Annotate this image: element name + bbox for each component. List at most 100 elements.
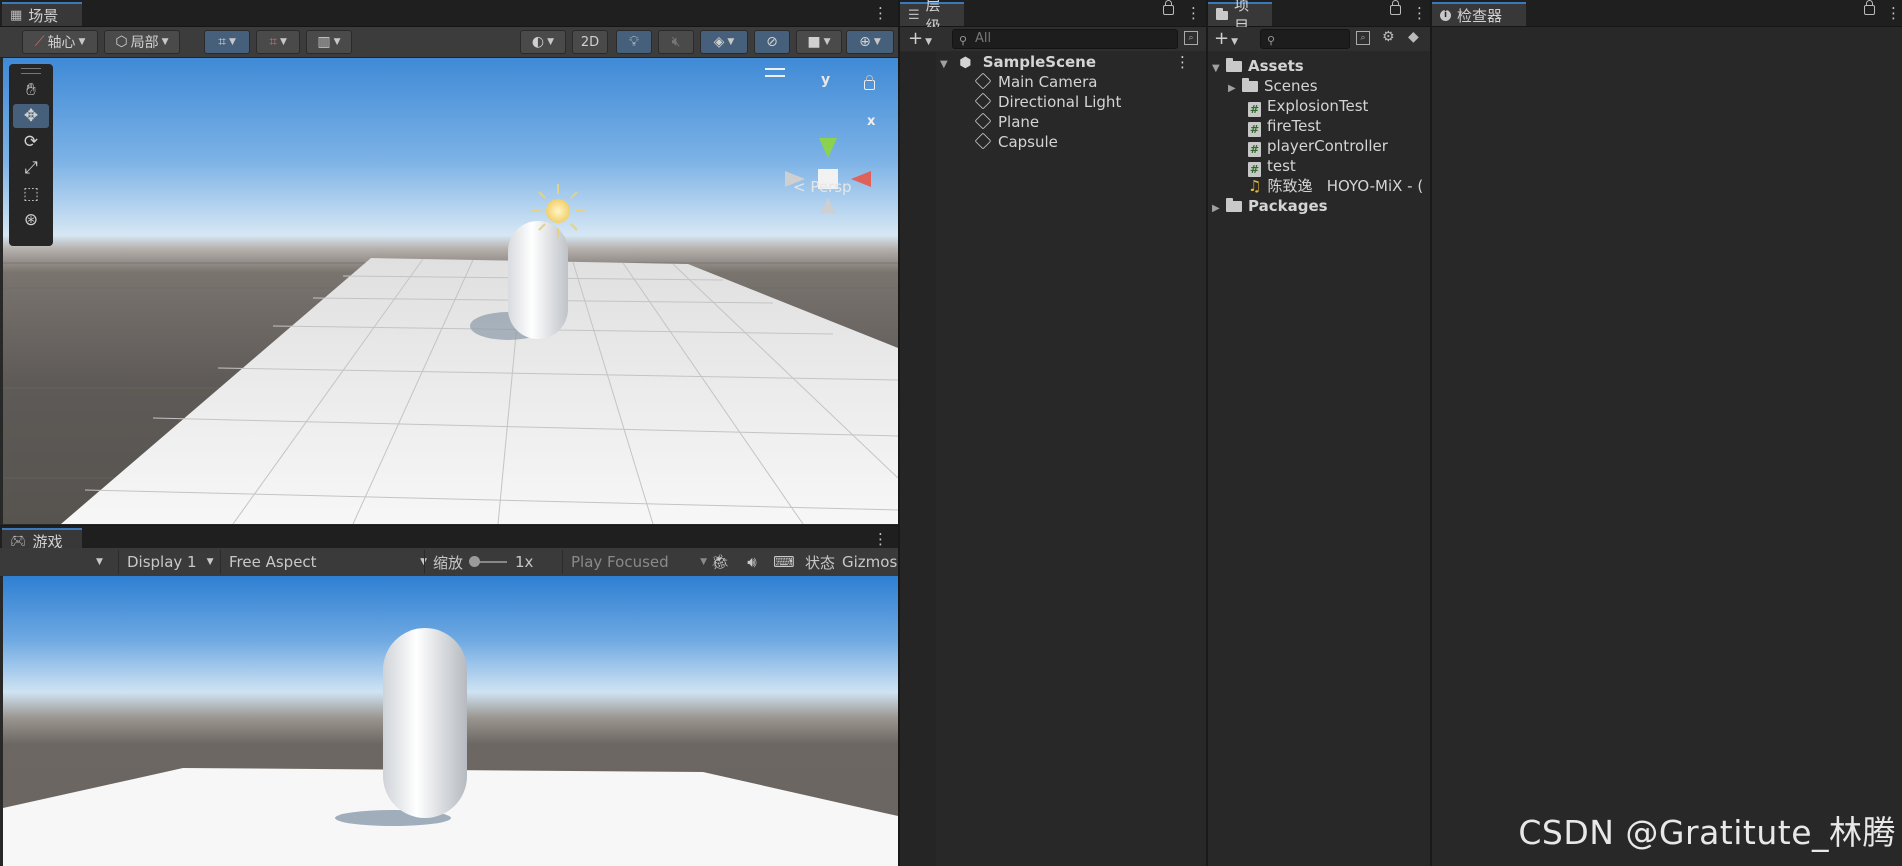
- scene-viewport[interactable]: y x < Persp ✋︎ ✥ ⟳ ⤢ ⬚ ⊛: [3, 58, 898, 524]
- keyboard-button[interactable]: ⌨: [770, 550, 798, 574]
- scene-visibility-button[interactable]: ⊘: [754, 30, 790, 54]
- asset-item[interactable]: # fireTest: [1248, 116, 1322, 137]
- search-icon: ⚲: [959, 34, 968, 47]
- audio-muted-icon: 🔇︎: [671, 34, 681, 50]
- speaker-icon: 🔊︎: [747, 553, 757, 571]
- audio-asset-item[interactable]: ♫ 陈致逸 HOYO-MiX - (: [1248, 176, 1430, 196]
- asset-item[interactable]: # ExplosionTest: [1248, 96, 1368, 117]
- game-menu-icon[interactable]: ⋮: [873, 530, 888, 548]
- scene-menu-icon[interactable]: ⋮: [1175, 52, 1190, 72]
- assets-folder-row[interactable]: ▼ Assets: [1212, 56, 1304, 76]
- scale-tool-button[interactable]: ⤢: [13, 156, 49, 180]
- gizmos-toggle-button[interactable]: ⊕ ▼: [846, 30, 894, 54]
- list-icon: ☰: [908, 7, 920, 23]
- search-by-type-icon[interactable]: ⌕: [1356, 31, 1370, 45]
- asset-item-label: fireTest: [1267, 117, 1322, 135]
- hierarchy-search-placeholder: All: [975, 31, 992, 46]
- collapse-arrow-icon[interactable]: ▶: [1228, 79, 1242, 99]
- add-object-button[interactable]: + ▼: [908, 28, 932, 49]
- pivot-icon: ⟋: [34, 34, 45, 50]
- inspector-menu-icon[interactable]: ⋮: [1886, 4, 1901, 22]
- hierarchy-item-label: Main Camera: [998, 73, 1098, 91]
- scale-icon: ⤢: [24, 158, 38, 178]
- mute-audio-button[interactable]: 🔊︎: [738, 550, 766, 574]
- csharp-script-icon: #: [1248, 162, 1261, 177]
- scale-slider[interactable]: [469, 556, 508, 567]
- hierarchy-item[interactable]: Capsule: [974, 132, 1058, 152]
- scenes-folder-row[interactable]: ▶ Scenes: [1228, 76, 1318, 96]
- project-search-input[interactable]: ⚲: [1260, 29, 1350, 49]
- game-viewport[interactable]: [3, 576, 898, 866]
- 2d-toggle-button[interactable]: 2D: [572, 30, 608, 54]
- packages-label: Packages: [1248, 197, 1328, 215]
- hierarchy-item[interactable]: Directional Light: [974, 92, 1122, 112]
- folder-icon: [1242, 78, 1258, 92]
- hierarchy-gutter: [900, 52, 936, 866]
- hamburger-icon[interactable]: [765, 68, 785, 77]
- tab-hierarchy[interactable]: ☰ 层级: [900, 0, 964, 35]
- drag-handle[interactable]: [21, 68, 41, 74]
- expand-arrow-icon[interactable]: ▼: [1212, 59, 1226, 79]
- packages-folder-row[interactable]: ▶ Packages: [1212, 196, 1328, 216]
- rotate-tool-button[interactable]: ⟳: [13, 130, 49, 154]
- game-render: [3, 628, 898, 866]
- collapse-arrow-icon[interactable]: ▶: [1212, 199, 1226, 219]
- grid-visibility-button[interactable]: ▥ ▼: [306, 30, 352, 54]
- frame-debugger-button[interactable]: 🐞︎: [706, 550, 734, 574]
- create-asset-button[interactable]: + ▼: [1214, 28, 1238, 49]
- snap-increment-button[interactable]: ⌗ ▼: [256, 30, 300, 54]
- game-view-dropdown[interactable]: ▼: [96, 550, 103, 574]
- axis-gizmo[interactable]: [785, 138, 871, 213]
- snap-icon: ⌗: [269, 34, 277, 50]
- scale-slider-thumb[interactable]: [469, 556, 481, 567]
- scene-tabbar: ▦ 场景 ⋮: [0, 0, 898, 27]
- gameobject-icon: [974, 72, 992, 90]
- expand-arrow-icon[interactable]: ▼: [940, 55, 954, 75]
- hierarchy-item[interactable]: Plane: [974, 112, 1040, 132]
- asset-item[interactable]: # playerController: [1248, 136, 1388, 157]
- effects-button[interactable]: ◈ ▼: [700, 30, 748, 54]
- scene-menu-icon[interactable]: ⋮: [873, 4, 888, 22]
- persp-label[interactable]: < Persp: [793, 178, 852, 196]
- hand-tool-button[interactable]: ✋︎: [13, 78, 49, 102]
- hierarchy-item-label: Plane: [998, 113, 1040, 131]
- lock-icon[interactable]: [1864, 0, 1875, 15]
- play-mode-dropdown[interactable]: Play Focused ▼: [562, 550, 711, 574]
- chevron-down-icon: ▼: [78, 37, 86, 47]
- hierarchy-panel: ☰ 层级 ⋮ + ▼ ⚲ All ⌕ ▼ ⬢ SampleScene ⋮ Main…: [900, 0, 1206, 866]
- audio-toggle-button[interactable]: 🔇︎: [658, 30, 694, 54]
- chevron-down-icon: ▼: [228, 37, 236, 47]
- tab-scene[interactable]: ▦ 场景: [2, 2, 82, 26]
- camera-settings-button[interactable]: ■ ▼: [796, 30, 842, 54]
- move-tool-button[interactable]: ✥: [13, 104, 49, 128]
- display-dropdown[interactable]: Display 1 ▼: [118, 550, 227, 574]
- hierarchy-menu-icon[interactable]: ⋮: [1186, 4, 1201, 22]
- lock-icon[interactable]: [1390, 0, 1401, 15]
- chevron-down-icon: ▼: [1231, 37, 1239, 47]
- hierarchy-item[interactable]: Main Camera: [974, 72, 1098, 92]
- rect-tool-button[interactable]: ⬚: [13, 182, 49, 206]
- aspect-dropdown[interactable]: Free Aspect ▼: [220, 550, 429, 574]
- transform-tool-button[interactable]: ⊛: [13, 208, 49, 232]
- local-button[interactable]: ⬡ 局部 ▼: [104, 30, 180, 54]
- pivot-button[interactable]: ⟋ 轴心 ▼: [22, 30, 98, 54]
- filter-type-icon[interactable]: ⚙: [1382, 29, 1395, 45]
- hierarchy-search-input[interactable]: ⚲ All: [952, 29, 1178, 49]
- lighting-toggle-button[interactable]: 💡︎: [616, 30, 652, 54]
- label-tag-icon[interactable]: ◆: [1408, 29, 1419, 45]
- asset-item-label: test: [1267, 157, 1296, 175]
- scene-row[interactable]: ▼ ⬢ SampleScene ⋮: [940, 52, 1200, 72]
- hierarchy-item-label: Directional Light: [998, 93, 1122, 111]
- project-menu-icon[interactable]: ⋮: [1412, 4, 1427, 22]
- asset-item[interactable]: # test: [1248, 156, 1296, 177]
- tab-project[interactable]: 项目: [1208, 0, 1272, 35]
- lock-icon[interactable]: [1163, 0, 1174, 15]
- search-options-icon[interactable]: ⌕: [1184, 31, 1198, 45]
- grid-snap-button[interactable]: ⌗ ▼: [204, 30, 250, 54]
- lock-icon[interactable]: [864, 75, 875, 90]
- shading-mode-button[interactable]: ◐ ▼: [520, 30, 566, 54]
- tab-inspector[interactable]: i 检查器: [1432, 2, 1526, 26]
- gizmos-button[interactable]: Gizmos: [842, 550, 898, 574]
- search-icon: ⚲: [1267, 34, 1276, 47]
- stats-button[interactable]: 状态: [802, 550, 838, 574]
